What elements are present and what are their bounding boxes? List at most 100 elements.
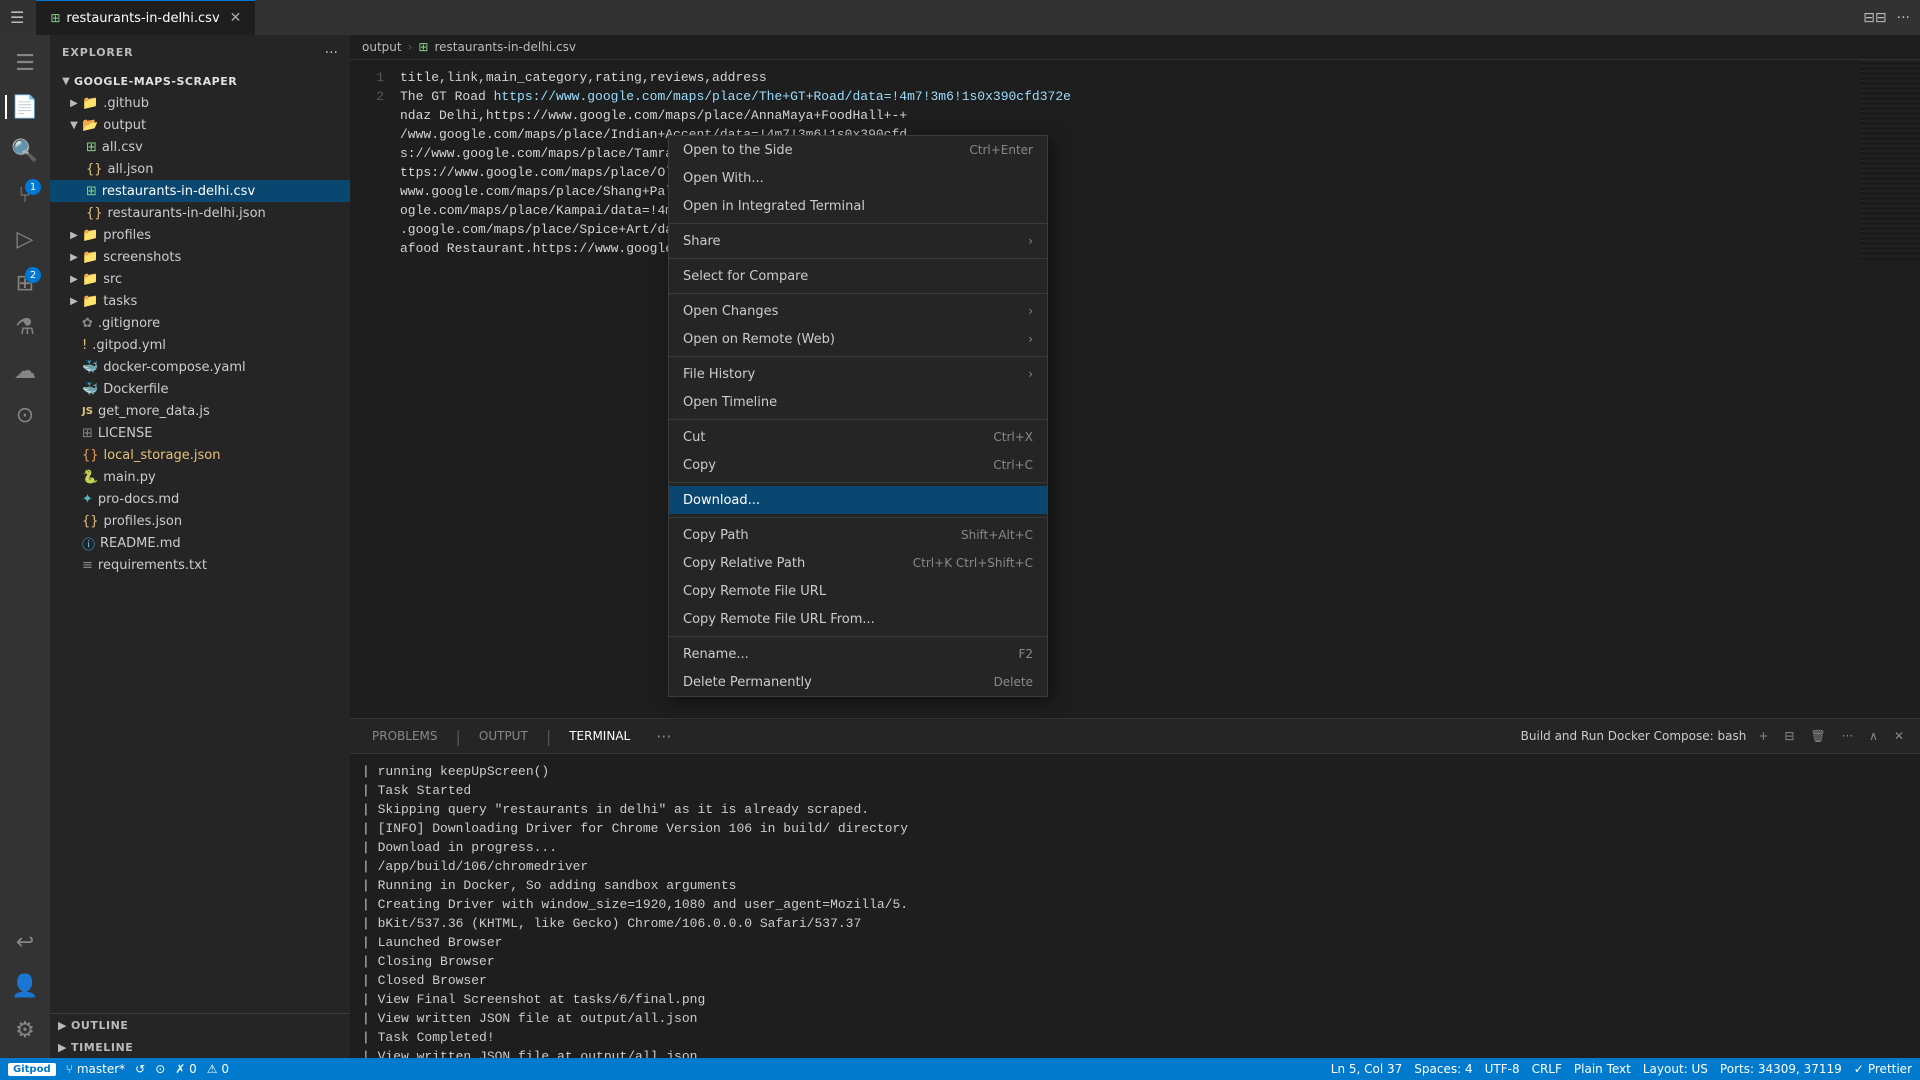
status-gitpod[interactable]: Gitpod	[8, 1063, 56, 1076]
line-num-2: 2	[350, 87, 400, 106]
requirements-label: requirements.txt	[98, 558, 207, 573]
ctx-open-remote-web[interactable]: Open on Remote (Web) ›	[669, 325, 1047, 353]
status-spaces[interactable]: Spaces: 4	[1414, 1062, 1472, 1076]
ctx-cut[interactable]: Cut Ctrl+X	[669, 423, 1047, 451]
status-remote[interactable]: ⊙	[155, 1062, 165, 1076]
ctx-copy-label: Copy	[683, 458, 973, 473]
ctx-download[interactable]: Download...	[669, 486, 1047, 514]
terminal-split-btn[interactable]: ⊟	[1780, 729, 1798, 743]
terminal-max-btn[interactable]: ∧	[1865, 729, 1882, 743]
tree-item-main-py[interactable]: ▶ 🐍 main.py	[50, 466, 350, 488]
ctx-share[interactable]: Share ›	[669, 227, 1047, 255]
tree-item-license[interactable]: ▶ ⊞ LICENSE	[50, 422, 350, 444]
dockerfile-icon: 🐳	[82, 382, 98, 397]
activity-extensions[interactable]: ⊞ 2	[5, 263, 45, 303]
tree-item-src[interactable]: ▶ 📁 src	[50, 268, 350, 290]
ctx-rename[interactable]: Rename... F2	[669, 640, 1047, 668]
terminal-more-btn2[interactable]: ···	[1838, 729, 1857, 743]
ctx-copy-remote-url-from[interactable]: Copy Remote File URL From...	[669, 605, 1047, 633]
status-layout[interactable]: Layout: US	[1643, 1062, 1708, 1076]
activity-run-debug[interactable]: ▷	[5, 219, 45, 259]
activity-cloud[interactable]: ☁	[5, 351, 45, 391]
tree-item-output[interactable]: ▼ 📂 output	[50, 114, 350, 136]
tree-item-gitpod-yml[interactable]: ▶ ! .gitpod.yml	[50, 334, 350, 356]
tab-close-btn[interactable]: ✕	[230, 10, 242, 26]
tree-root-folder[interactable]: ▼ GOOGLE-MAPS-SCRAPER	[50, 70, 350, 92]
readme-icon: ⓘ	[82, 534, 95, 553]
activity-github[interactable]: ⊙	[5, 395, 45, 435]
activity-search[interactable]: 🔍	[5, 131, 45, 171]
activity-menu[interactable]: ☰	[5, 43, 45, 83]
tree-item-local-storage[interactable]: ▶ {} local_storage.json	[50, 444, 350, 466]
title-bar-more-icon[interactable]: ···	[1897, 10, 1910, 26]
tree-item-pro-docs[interactable]: ▶ ✦ pro-docs.md	[50, 488, 350, 510]
tree-item-gitignore[interactable]: ▶ ✿ .gitignore	[50, 312, 350, 334]
status-branch[interactable]: ⑂ master*	[66, 1062, 126, 1076]
tree-item-all-csv[interactable]: ⊞ all.csv	[50, 136, 350, 158]
tab-problems[interactable]: PROBLEMS	[362, 725, 448, 747]
term-line-6: | /app/build/106/chromedriver	[362, 857, 1908, 876]
status-ports[interactable]: Ports: 34309, 37119	[1720, 1062, 1842, 1076]
status-sync[interactable]: ↺	[135, 1062, 145, 1076]
status-prettier[interactable]: ✓ Prettier	[1854, 1062, 1912, 1076]
status-warnings[interactable]: ⚠ 0	[207, 1062, 229, 1076]
tree-item-restaurants-csv[interactable]: ⊞ restaurants-in-delhi.csv	[50, 180, 350, 202]
activity-account[interactable]: 👤	[5, 966, 45, 1006]
tree-item-github[interactable]: ▶ 📁 .github	[50, 92, 350, 114]
status-language[interactable]: Plain Text	[1574, 1062, 1631, 1076]
ctx-open-with[interactable]: Open With...	[669, 164, 1047, 192]
hamburger-icon[interactable]: ☰	[10, 8, 24, 27]
title-bar-left: ☰ ⊞ restaurants-in-delhi.csv ✕	[10, 0, 255, 35]
terminal-active-session[interactable]: Build and Run Docker Compose: bash	[1521, 729, 1747, 743]
ctx-open-terminal[interactable]: Open in Integrated Terminal	[669, 192, 1047, 220]
terminal-close-btn[interactable]: ✕	[1890, 729, 1908, 743]
ctx-file-history[interactable]: File History ›	[669, 360, 1047, 388]
tree-item-screenshots[interactable]: ▶ 📁 screenshots	[50, 246, 350, 268]
outline-arrow: ▶	[58, 1019, 67, 1032]
ctx-select-compare-label: Select for Compare	[683, 269, 1033, 284]
ctx-copy-path[interactable]: Copy Path Shift+Alt+C	[669, 521, 1047, 549]
status-encoding[interactable]: UTF-8	[1485, 1062, 1520, 1076]
activity-settings[interactable]: ⚙	[5, 1010, 45, 1050]
tree-item-readme[interactable]: ▶ ⓘ README.md	[50, 532, 350, 554]
terminal-add-btn[interactable]: +	[1754, 729, 1772, 743]
activity-flask[interactable]: ⚗	[5, 307, 45, 347]
tree-item-restaurants-json[interactable]: {} restaurants-in-delhi.json	[50, 202, 350, 224]
tree-item-get-more-data[interactable]: ▶ JS get_more_data.js	[50, 400, 350, 422]
tree-item-dockerfile[interactable]: ▶ 🐳 Dockerfile	[50, 378, 350, 400]
active-tab[interactable]: ⊞ restaurants-in-delhi.csv ✕	[36, 0, 255, 35]
flask-icon: ⚗	[15, 315, 35, 340]
tree-item-tasks[interactable]: ▶ 📁 tasks	[50, 290, 350, 312]
ctx-select-compare[interactable]: Select for Compare	[669, 262, 1047, 290]
tab-output[interactable]: OUTPUT	[469, 725, 538, 747]
ctx-open-changes[interactable]: Open Changes ›	[669, 297, 1047, 325]
terminal-trash-btn[interactable]: 🗑	[1806, 729, 1829, 743]
tab-terminal[interactable]: TERMINAL	[559, 725, 640, 747]
status-position[interactable]: Ln 5, Col 37	[1331, 1062, 1403, 1076]
ctx-open-timeline[interactable]: Open Timeline	[669, 388, 1047, 416]
status-errors[interactable]: ✗ 0	[175, 1062, 197, 1076]
split-editor-icon[interactable]: ⊟⊟	[1863, 10, 1886, 26]
activity-source-control[interactable]: ⑂ 1	[5, 175, 45, 215]
sidebar-more-btn[interactable]: ···	[325, 45, 338, 61]
ctx-copy[interactable]: Copy Ctrl+C	[669, 451, 1047, 479]
outline-header[interactable]: ▶ OUTLINE	[50, 1014, 350, 1036]
ctx-delete-permanently[interactable]: Delete Permanently Delete	[669, 668, 1047, 696]
tree-item-all-json[interactable]: {} all.json	[50, 158, 350, 180]
tree-item-profiles[interactable]: ▶ 📁 profiles	[50, 224, 350, 246]
tree-item-docker-compose[interactable]: ▶ 🐳 docker-compose.yaml	[50, 356, 350, 378]
activity-remote[interactable]: ↩	[5, 922, 45, 962]
readme-label: README.md	[100, 536, 181, 551]
terminal-more-btn[interactable]: ···	[656, 727, 671, 746]
tree-item-requirements[interactable]: ▶ ≡ requirements.txt	[50, 554, 350, 576]
status-line-ending[interactable]: CRLF	[1532, 1062, 1562, 1076]
ctx-open-side[interactable]: Open to the Side Ctrl+Enter	[669, 136, 1047, 164]
ctx-sep-1	[669, 223, 1047, 224]
tree-item-profiles-json[interactable]: ▶ {} profiles.json	[50, 510, 350, 532]
activity-explorer[interactable]: 📄	[5, 87, 45, 127]
editor-scroll[interactable]: 1 title,link,main_category,rating,review…	[350, 60, 1920, 718]
ctx-copy-relative-path[interactable]: Copy Relative Path Ctrl+K Ctrl+Shift+C	[669, 549, 1047, 577]
ctx-copy-remote-url[interactable]: Copy Remote File URL	[669, 577, 1047, 605]
local-storage-icon: {}	[82, 448, 99, 463]
timeline-header[interactable]: ▶ TIMELINE	[50, 1036, 350, 1058]
